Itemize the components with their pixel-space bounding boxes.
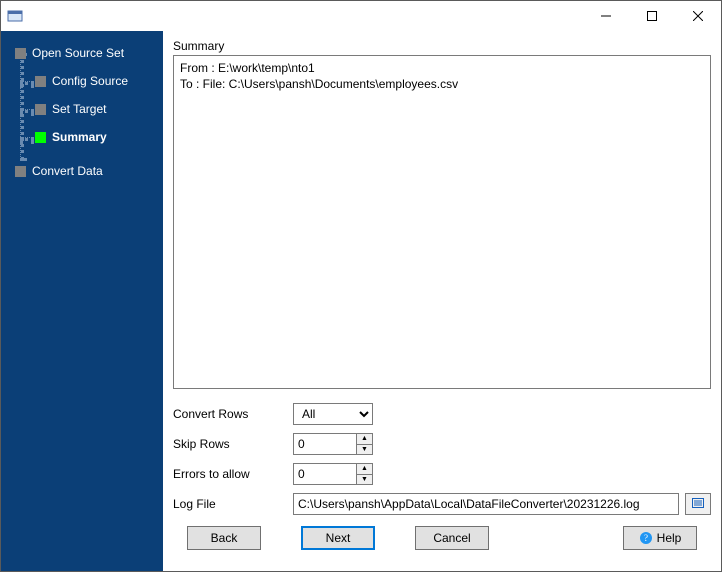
cancel-button[interactable]: Cancel	[415, 526, 489, 550]
svg-text:?: ?	[644, 533, 648, 543]
next-button[interactable]: Next	[301, 526, 375, 550]
button-label: Next	[326, 531, 351, 545]
browse-log-button[interactable]	[685, 493, 711, 515]
titlebar	[1, 1, 721, 31]
step-label: Config Source	[52, 74, 128, 88]
step-set-target[interactable]: Set Target	[5, 97, 159, 121]
button-label: Cancel	[433, 531, 470, 545]
summary-section-label: Summary	[173, 39, 711, 53]
chevron-up-icon[interactable]: ▲	[357, 434, 372, 445]
log-file-label: Log File	[173, 497, 293, 511]
button-label: Back	[211, 531, 238, 545]
minimize-button[interactable]	[583, 1, 629, 31]
summary-textarea[interactable]: From : E:\work\temp\nto1 To : File: C:\U…	[173, 55, 711, 389]
convert-rows-label: Convert Rows	[173, 407, 293, 421]
errors-allow-input[interactable]	[294, 464, 356, 484]
chevron-down-icon[interactable]: ▼	[357, 445, 372, 455]
main-panel: Summary From : E:\work\temp\nto1 To : Fi…	[163, 31, 721, 571]
wizard-sidebar: Open Source Set Config Source Set Target…	[1, 31, 163, 571]
step-marker-icon	[15, 48, 26, 59]
step-convert-data[interactable]: Convert Data	[5, 159, 159, 183]
chevron-up-icon[interactable]: ▲	[357, 464, 372, 475]
chevron-down-icon[interactable]: ▼	[357, 475, 372, 485]
options-form: Convert Rows All Skip Rows ▲ ▼	[173, 403, 711, 515]
step-open-source-set[interactable]: Open Source Set	[5, 41, 159, 65]
app-window: Open Source Set Config Source Set Target…	[0, 0, 722, 572]
log-file-input[interactable]	[293, 493, 679, 515]
close-button[interactable]	[675, 1, 721, 31]
window-controls	[583, 1, 721, 31]
skip-rows-input[interactable]	[294, 434, 356, 454]
step-label: Set Target	[52, 102, 106, 116]
back-button[interactable]: Back	[187, 526, 261, 550]
app-icon	[7, 8, 23, 24]
help-button[interactable]: ? Help	[623, 526, 697, 550]
skip-rows-spinner[interactable]: ▲ ▼	[293, 433, 373, 455]
step-label: Summary	[52, 130, 107, 144]
maximize-button[interactable]	[629, 1, 675, 31]
errors-allow-spinner[interactable]: ▲ ▼	[293, 463, 373, 485]
errors-allow-label: Errors to allow	[173, 467, 293, 481]
button-label: Help	[657, 531, 682, 545]
help-icon: ?	[639, 531, 653, 545]
convert-rows-select[interactable]: All	[293, 403, 373, 425]
step-summary[interactable]: Summary	[5, 125, 159, 149]
wizard-footer: Back Next Cancel ? Help	[173, 515, 711, 561]
step-label: Convert Data	[32, 164, 103, 178]
step-marker-icon	[35, 132, 46, 143]
step-marker-icon	[35, 104, 46, 115]
folder-icon	[691, 496, 705, 513]
step-marker-icon	[15, 166, 26, 177]
step-config-source[interactable]: Config Source	[5, 69, 159, 93]
step-label: Open Source Set	[32, 46, 124, 60]
step-marker-icon	[35, 76, 46, 87]
skip-rows-label: Skip Rows	[173, 437, 293, 451]
